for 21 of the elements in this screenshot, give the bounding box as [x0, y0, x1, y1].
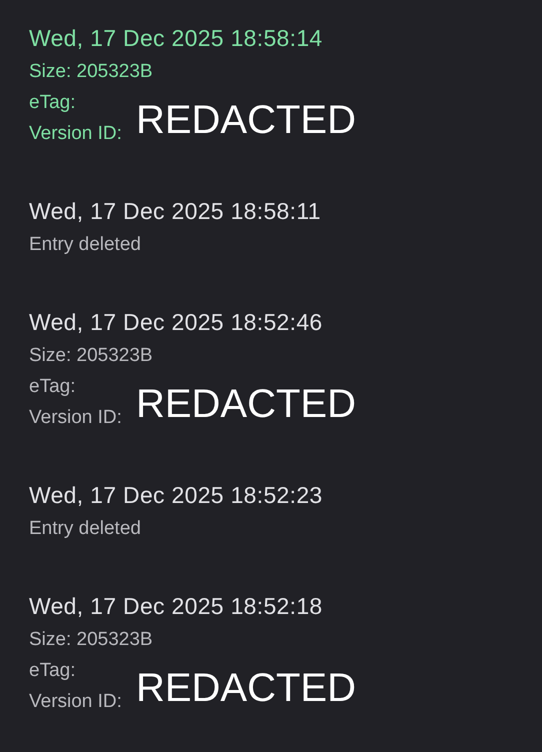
redaction-text: REDACTED	[136, 98, 356, 142]
timestamp: Wed, 17 Dec 2025 18:52:46	[29, 308, 324, 337]
deleted-note: Entry deleted	[29, 517, 142, 541]
version-entry[interactable]: Wed, 17 Dec 2025 18:52:23 Entry deleted	[29, 480, 542, 544]
version-id-label: Version ID:	[29, 406, 122, 430]
timestamp: Wed, 17 Dec 2025 18:58:14	[29, 24, 324, 53]
timestamp: Wed, 17 Dec 2025 18:52:23	[29, 481, 324, 510]
version-id-label: Version ID:	[29, 690, 122, 714]
size-label: Size: 205323B	[29, 628, 154, 652]
timestamp: Wed, 17 Dec 2025 18:58:11	[29, 197, 322, 226]
redaction-text: REDACTED	[136, 666, 356, 710]
size-label: Size: 205323B	[29, 60, 154, 84]
etag-label: eTag:	[29, 659, 76, 683]
etag-label: eTag:	[29, 375, 76, 399]
size-label: Size: 205323B	[29, 344, 154, 368]
redaction-text: REDACTED	[136, 382, 356, 426]
etag-label: eTag:	[29, 91, 76, 115]
version-entry[interactable]: Wed, 17 Dec 2025 18:58:11 Entry deleted	[29, 196, 542, 260]
deleted-note: Entry deleted	[29, 233, 142, 257]
timestamp: Wed, 17 Dec 2025 18:52:18	[29, 592, 324, 621]
version-id-label: Version ID:	[29, 122, 122, 146]
